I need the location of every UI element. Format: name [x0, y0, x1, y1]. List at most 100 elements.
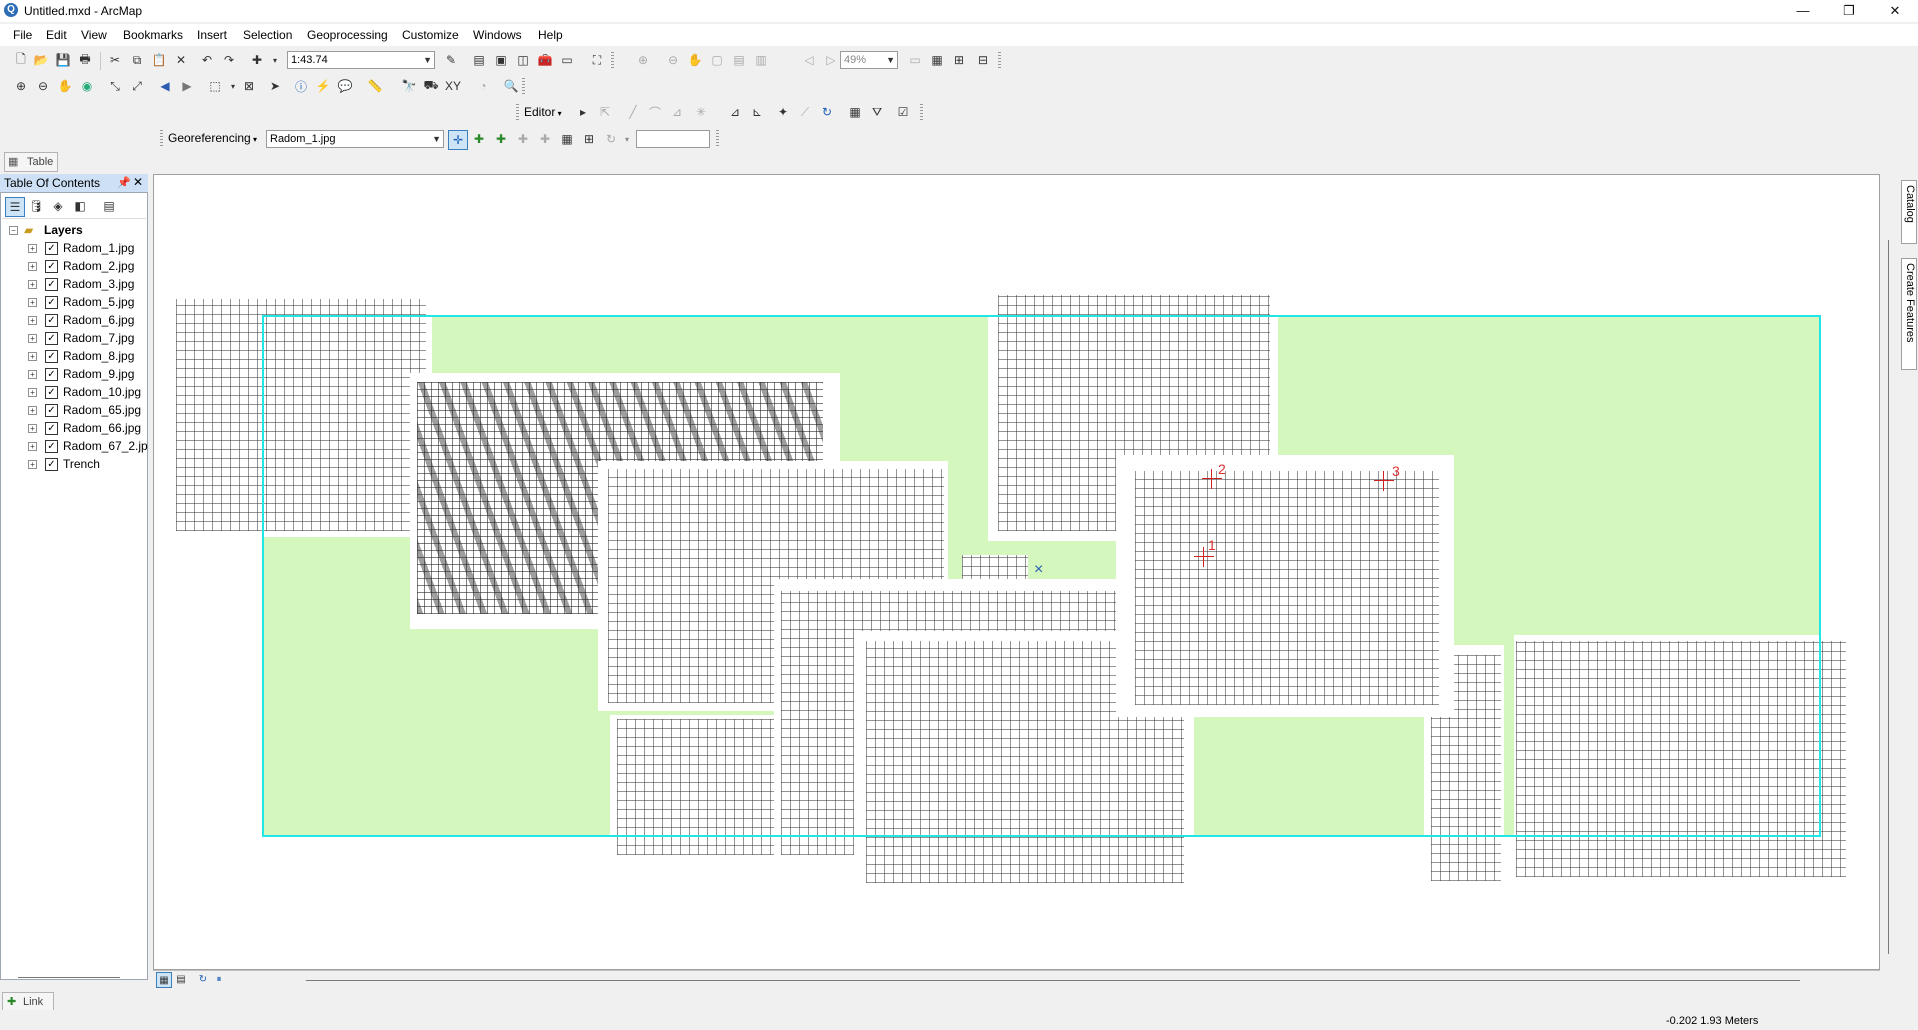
expand-icon[interactable]: +	[28, 316, 37, 325]
fixed-zoom-in-icon[interactable]: ⤡	[106, 77, 124, 95]
construction-tools-icon[interactable]: ⊿	[668, 103, 686, 121]
layout-zoom-combo[interactable]: 49% ▼	[840, 51, 898, 69]
time-slider-icon[interactable]: ◔	[474, 77, 492, 95]
layer-visibility-checkbox[interactable]: ✓	[45, 440, 58, 453]
create-features-tab[interactable]: Create Features	[1901, 258, 1917, 370]
fixed-zoom-out-page-icon[interactable]: ▥	[752, 51, 770, 69]
catalog-window-icon[interactable]: ▣	[492, 51, 510, 69]
print-icon[interactable]: 🖶	[76, 51, 94, 69]
python-window-icon[interactable]: ▭	[558, 51, 576, 69]
forward-arrow-icon[interactable]: ▶	[178, 77, 196, 95]
toolbar-grip[interactable]	[160, 130, 163, 148]
data-view-icon[interactable]: ▦	[156, 972, 172, 988]
fit-to-display-icon[interactable]: ✚	[470, 130, 488, 148]
previous-extent-page-icon[interactable]: ◁	[800, 51, 818, 69]
menu-geoprocessing[interactable]: Geoprocessing	[307, 28, 388, 42]
rotate-dropdown-icon[interactable]: ▾	[618, 130, 636, 148]
layer-visibility-checkbox[interactable]: ✓	[45, 350, 58, 363]
edit-tool-icon[interactable]: ▸	[574, 103, 592, 121]
layer-visibility-checkbox[interactable]: ✓	[45, 458, 58, 471]
vertical-scrollbar[interactable]	[1888, 240, 1889, 954]
delete-icon[interactable]: ✕	[172, 51, 190, 69]
end-point-arc-icon[interactable]: ⌒	[646, 103, 664, 121]
editor-toolbar-icon[interactable]: ✎	[442, 51, 460, 69]
expand-icon[interactable]: +	[28, 424, 37, 433]
split-tool-icon[interactable]: ⟋	[796, 103, 814, 121]
expand-icon[interactable]: +	[28, 370, 37, 379]
map-scale-combo[interactable]: 1:43.74 ▼	[287, 51, 435, 69]
measure-icon[interactable]: 📏	[366, 77, 384, 95]
straight-segment-icon[interactable]: ╱	[624, 103, 642, 121]
toggle-draft-mode-icon[interactable]: ▭	[906, 51, 924, 69]
sketch-properties-icon[interactable]: ⛛	[868, 103, 886, 121]
clear-selection-icon[interactable]: ⊠	[240, 77, 258, 95]
expand-icon[interactable]: +	[28, 442, 37, 451]
focus-data-frame-icon[interactable]: ▦	[928, 51, 946, 69]
expand-icon[interactable]: +	[28, 244, 37, 253]
menu-insert[interactable]: Insert	[197, 28, 227, 42]
pan-page-icon[interactable]: ✋	[686, 51, 704, 69]
point-tool-icon[interactable]: ✳	[692, 103, 710, 121]
identify-icon[interactable]: ⓘ	[292, 77, 310, 95]
menu-selection[interactable]: Selection	[243, 28, 292, 42]
cut-polygons-icon[interactable]: ✦	[774, 103, 792, 121]
create-features-icon[interactable]: ☑	[894, 103, 912, 121]
search-window-icon[interactable]: ◫	[514, 51, 532, 69]
close-window-button[interactable]: ✕	[1872, 0, 1918, 22]
menu-file[interactable]: File	[13, 28, 32, 42]
toolbar-grip[interactable]	[611, 52, 614, 70]
redo-icon[interactable]: ↷	[220, 51, 238, 69]
list-by-drawing-order-icon[interactable]: ☰	[5, 197, 25, 217]
rotate-tool-icon[interactable]: ↻	[818, 103, 836, 121]
catalog-tab[interactable]: Catalog	[1901, 180, 1917, 244]
rectify-icon[interactable]: ✚	[514, 130, 532, 148]
toolbar-grip[interactable]	[716, 130, 719, 148]
select-features-icon[interactable]: ⬚	[206, 77, 224, 95]
editor-menu[interactable]: Editor ▾	[524, 105, 562, 119]
expand-icon[interactable]: +	[28, 262, 37, 271]
expand-icon[interactable]: +	[28, 298, 37, 307]
hyperlink-icon[interactable]: ⚡	[314, 77, 332, 95]
data-driven-pages-icon[interactable]: ⊟	[974, 51, 992, 69]
toc-window-icon[interactable]: ▤	[470, 51, 488, 69]
fixed-zoom-out-icon[interactable]: ⤢	[128, 77, 146, 95]
layer-visibility-checkbox[interactable]: ✓	[45, 296, 58, 309]
zoom-in-icon[interactable]: ⊕	[12, 77, 30, 95]
copy-icon[interactable]: ⧉	[128, 51, 146, 69]
layer-visibility-checkbox[interactable]: ✓	[45, 242, 58, 255]
open-folder-icon[interactable]: 📂	[32, 51, 50, 69]
save-icon[interactable]: 💾	[54, 51, 72, 69]
add-data-icon[interactable]: ✚	[248, 51, 266, 69]
layer-visibility-checkbox[interactable]: ✓	[45, 332, 58, 345]
expand-icon[interactable]: +	[28, 280, 37, 289]
refresh-icon[interactable]: ↻	[196, 972, 210, 986]
horizontal-scrollbar[interactable]	[306, 980, 1800, 981]
list-by-visibility-icon[interactable]: ◈	[49, 197, 67, 215]
expand-icon[interactable]: +	[28, 334, 37, 343]
layer-visibility-checkbox[interactable]: ✓	[45, 314, 58, 327]
map-canvas[interactable]: × 1 2 3	[153, 174, 1880, 970]
toolbar-grip[interactable]	[516, 104, 519, 122]
layer-visibility-checkbox[interactable]: ✓	[45, 386, 58, 399]
new-document-icon[interactable]: 🗋	[12, 51, 30, 69]
zoom-out-icon[interactable]: ⊖	[34, 77, 52, 95]
arctoolbox-icon[interactable]: 🧰	[536, 51, 554, 69]
html-popup-icon[interactable]: 💬	[336, 77, 354, 95]
edit-annotation-icon[interactable]: ⇱	[596, 103, 614, 121]
pin-icon[interactable]: 📌	[117, 176, 131, 189]
fixed-zoom-in-page-icon[interactable]: ▤	[730, 51, 748, 69]
zoom-100-icon[interactable]: ▢	[708, 51, 726, 69]
link-table-icon[interactable]: ⊞	[580, 130, 598, 148]
view-link-table-icon[interactable]: ▦	[558, 130, 576, 148]
menu-customize[interactable]: Customize	[402, 28, 459, 42]
expand-icon[interactable]: +	[28, 460, 37, 469]
toc-options-icon[interactable]: ▤	[100, 197, 118, 215]
collapse-icon[interactable]: −	[9, 226, 18, 235]
georeferencing-menu[interactable]: Georeferencing ▾	[168, 131, 257, 145]
expand-icon[interactable]: +	[28, 352, 37, 361]
layer-visibility-checkbox[interactable]: ✓	[45, 422, 58, 435]
attributes-icon[interactable]: ▦	[846, 103, 864, 121]
menu-view[interactable]: View	[81, 28, 107, 42]
layer-visibility-checkbox[interactable]: ✓	[45, 368, 58, 381]
list-by-source-icon[interactable]: 🛢	[27, 197, 45, 215]
